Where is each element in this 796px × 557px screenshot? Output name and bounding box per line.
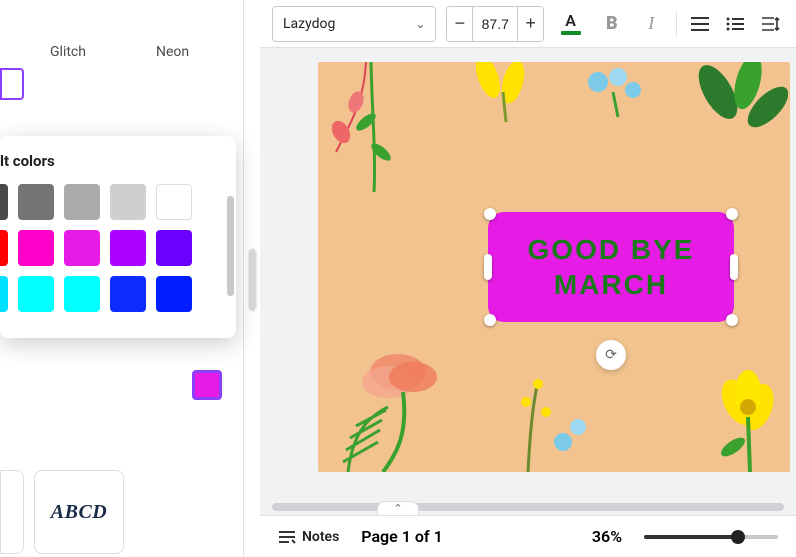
panel-resizer[interactable] <box>244 0 260 557</box>
zoom-slider-knob[interactable] <box>731 530 745 544</box>
italic-button[interactable]: I <box>637 6 666 42</box>
flower-decoration <box>678 362 790 472</box>
spacing-button[interactable] <box>758 6 784 42</box>
bottom-bar: Notes Page 1 of 1 36% <box>260 515 796 557</box>
canvas-area: GOOD BYE MARCH ⟳ <box>260 48 796 515</box>
font-family-select[interactable]: Lazydog ⌄ <box>272 6 436 42</box>
flower-decoration <box>328 322 488 472</box>
collapse-page-button[interactable]: ⌃ <box>377 501 419 515</box>
resize-handle-br[interactable] <box>726 314 738 326</box>
notes-icon <box>278 530 296 544</box>
notes-button[interactable]: Notes <box>278 529 339 545</box>
zoom-percent[interactable]: 36% <box>592 527 622 546</box>
color-swatch[interactable] <box>64 276 100 312</box>
color-section-title: lt colors <box>0 152 224 170</box>
color-swatch[interactable] <box>18 230 54 266</box>
font-size-stepper: − + <box>446 6 544 42</box>
color-swatch[interactable] <box>18 184 54 220</box>
bold-button[interactable]: B <box>597 6 626 42</box>
canvas-horizontal-scrollbar[interactable] <box>272 503 784 511</box>
color-swatch[interactable] <box>18 276 54 312</box>
style-preview[interactable] <box>0 68 24 100</box>
decrease-font-button[interactable]: − <box>447 7 473 41</box>
style-cards: ABCD <box>0 470 124 554</box>
text-line-1: GOOD BYE <box>528 232 695 267</box>
toolbar-divider <box>676 11 677 37</box>
color-swatch[interactable] <box>156 230 192 266</box>
side-panel: Glitch Neon lt colors ABCD <box>0 0 244 557</box>
text-content[interactable]: GOOD BYE MARCH <box>488 212 734 322</box>
color-swatch[interactable] <box>156 276 192 312</box>
color-swatch[interactable] <box>64 230 100 266</box>
resize-handle-right[interactable] <box>730 254 738 280</box>
design-canvas[interactable]: GOOD BYE MARCH ⟳ <box>318 62 790 472</box>
color-swatch-grid <box>0 184 224 312</box>
page-indicator[interactable]: Page 1 of 1 <box>361 527 442 546</box>
resize-handle-tl[interactable] <box>484 208 496 220</box>
chevron-down-icon: ⌄ <box>415 17 425 31</box>
increase-font-button[interactable]: + <box>517 7 543 41</box>
color-popover: lt colors <box>0 136 236 338</box>
text-toolbar: Lazydog ⌄ − + A B I <box>260 0 796 48</box>
notes-label: Notes <box>302 529 339 545</box>
text-color-letter: A <box>565 13 576 29</box>
color-swatch[interactable] <box>0 184 8 220</box>
flower-decoration <box>578 62 658 117</box>
resize-handle-left[interactable] <box>484 254 492 280</box>
style-card[interactable] <box>0 470 24 554</box>
card-label: ABCD <box>51 501 107 524</box>
text-line-2: MARCH <box>554 267 668 302</box>
text-color-button[interactable]: A <box>554 6 587 42</box>
font-size-input[interactable] <box>473 7 517 41</box>
zoom-slider[interactable] <box>644 535 778 539</box>
color-swatch[interactable] <box>64 184 100 220</box>
selected-color-indicator[interactable] <box>192 370 222 400</box>
leaf-decoration <box>688 62 788 162</box>
tab-neon[interactable]: Neon <box>156 44 189 60</box>
resize-handle-bl[interactable] <box>484 314 496 326</box>
effect-tabs: Glitch Neon <box>50 44 189 60</box>
align-button[interactable] <box>687 6 713 42</box>
popover-scrollbar[interactable] <box>227 196 234 296</box>
flower-decoration <box>326 62 416 202</box>
color-swatch[interactable] <box>156 184 192 220</box>
selected-text-element[interactable]: GOOD BYE MARCH ⟳ <box>488 212 734 322</box>
tab-glitch[interactable]: Glitch <box>50 44 86 60</box>
font-name-label: Lazydog <box>283 16 335 32</box>
color-swatch[interactable] <box>0 230 8 266</box>
flower-decoration <box>488 372 608 472</box>
color-swatch[interactable] <box>110 230 146 266</box>
text-color-swatch <box>561 31 581 35</box>
color-swatch[interactable] <box>110 276 146 312</box>
style-card-abcd[interactable]: ABCD <box>34 470 124 554</box>
bullet-list-button[interactable] <box>723 6 749 42</box>
color-swatch[interactable] <box>0 276 8 312</box>
flower-decoration <box>458 62 558 122</box>
rotate-handle[interactable]: ⟳ <box>596 340 626 370</box>
color-swatch[interactable] <box>110 184 146 220</box>
resize-handle-tr[interactable] <box>726 208 738 220</box>
